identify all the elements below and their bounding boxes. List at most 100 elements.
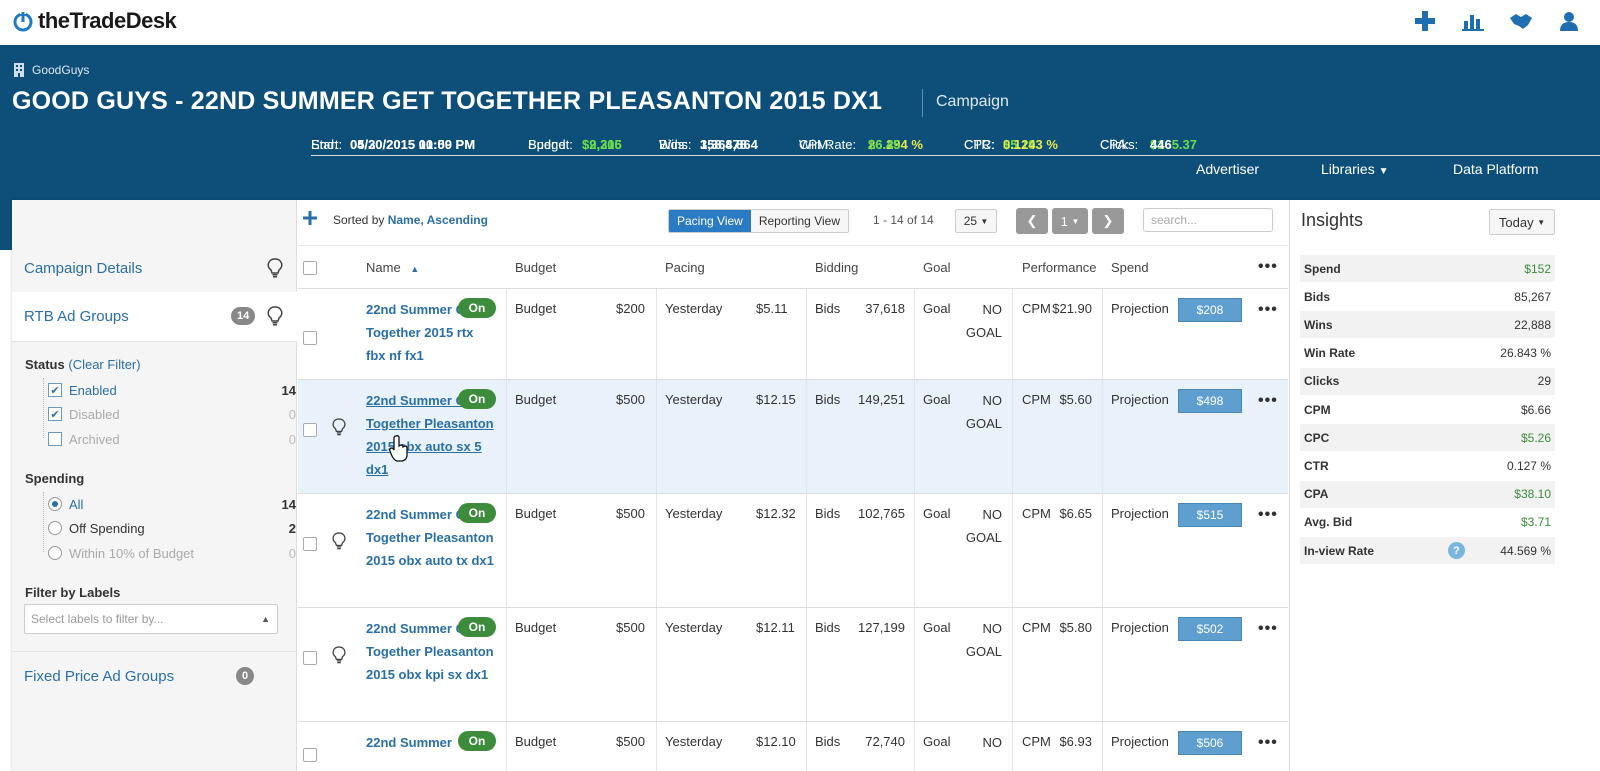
user-icon[interactable]	[1556, 8, 1582, 34]
budget-value: $500	[616, 620, 645, 635]
clear-filter-link[interactable]: (Clear Filter)	[68, 357, 140, 372]
spend-label: Spend:	[528, 136, 570, 152]
insight-row: CPC $5.26	[1300, 424, 1555, 453]
row-checkbox[interactable]	[303, 748, 317, 762]
pacing-view-button[interactable]: Pacing View	[669, 210, 751, 232]
col-performance[interactable]: Performance	[1022, 260, 1096, 275]
page-number: 1	[1060, 208, 1068, 234]
table-row[interactable]: 22nd Summer Get Together Pleasanton 2015…	[298, 380, 1288, 494]
status-archived[interactable]: Archived 0	[48, 427, 296, 451]
logo[interactable]: theTradeDesk	[12, 8, 177, 34]
page-select[interactable]: 1 ▼	[1052, 208, 1088, 234]
spending-all[interactable]: All 14	[48, 492, 296, 516]
lightbulb-icon[interactable]	[332, 645, 346, 665]
select-all-checkbox[interactable]	[303, 261, 317, 275]
table-row[interactable]: 22nd Summer Get Together Pleasanton 2015…	[298, 494, 1288, 608]
col-goal[interactable]: Goal	[923, 260, 950, 275]
projection-value[interactable]: $506	[1178, 731, 1242, 755]
col-divider	[506, 289, 507, 379]
row-checkbox[interactable]	[303, 537, 317, 551]
projection-value[interactable]: $498	[1178, 389, 1242, 413]
status-on-badge[interactable]: On	[458, 503, 496, 523]
checkbox-unchecked[interactable]	[48, 432, 62, 446]
sort-asc-icon: ▲	[410, 264, 420, 274]
more-options-icon[interactable]: •••	[1258, 506, 1278, 524]
spending-off[interactable]: Off Spending 2	[48, 516, 296, 540]
status-on-badge[interactable]: On	[458, 298, 496, 318]
help-icon[interactable]: ?	[1448, 542, 1465, 559]
goal-label: Goal	[923, 392, 951, 407]
sidebar-item-label: Campaign Details	[24, 260, 143, 277]
table-row[interactable]: 22nd Summer Get Together 2015 rtx fbx nf…	[298, 289, 1288, 380]
table-row[interactable]: 22nd Summer Get Together Pleasanton 2015…	[298, 608, 1288, 722]
checkbox-checked[interactable]: ✔	[48, 407, 62, 421]
col-spend[interactable]: Spend	[1111, 260, 1149, 275]
more-options-icon[interactable]: •••	[1258, 620, 1278, 638]
lightbulb-icon[interactable]	[267, 258, 283, 278]
col-divider	[1102, 289, 1103, 379]
prev-page-button[interactable]: ❮	[1016, 208, 1048, 234]
nav-data-platform[interactable]: Data Platform	[1453, 161, 1539, 177]
status-on-badge[interactable]: On	[458, 731, 496, 751]
lightbulb-icon[interactable]	[267, 306, 283, 326]
row-checkbox[interactable]	[303, 423, 317, 437]
plus-icon[interactable]	[1412, 8, 1438, 34]
sidebar-item-campaign-details[interactable]: Campaign Details	[12, 244, 297, 294]
pacing-value: $12.32	[756, 506, 796, 521]
chart-icon[interactable]	[1460, 8, 1486, 34]
sort-indicator: Sorted by Name, Ascending	[333, 213, 488, 227]
reporting-view-button[interactable]: Reporting View	[750, 210, 848, 232]
status-on-badge[interactable]: On	[458, 617, 496, 637]
col-pacing[interactable]: Pacing	[665, 260, 705, 275]
projection-value[interactable]: $208	[1178, 298, 1242, 322]
col-bidding[interactable]: Bidding	[815, 260, 858, 275]
spend-label: Projection	[1111, 620, 1169, 635]
col-divider	[1102, 722, 1103, 771]
handshake-icon[interactable]	[1508, 8, 1534, 34]
col-name[interactable]: Name ▲	[366, 260, 419, 275]
pacing-value: $12.15	[756, 392, 796, 407]
advertiser-breadcrumb[interactable]: GoodGuys	[13, 63, 89, 77]
row-checkbox[interactable]	[303, 331, 317, 345]
status-enabled[interactable]: ✔ Enabled 14	[48, 378, 296, 402]
sidebar-item-rtb-ad-groups[interactable]: RTB Ad Groups 14	[12, 292, 297, 342]
label-filter-select[interactable]: Select labels to filter by... ▲	[24, 604, 278, 634]
next-page-button[interactable]: ❯	[1092, 208, 1124, 234]
per-page-select[interactable]: 25 ▼	[955, 209, 997, 233]
bids-label: Bids	[815, 506, 841, 521]
sidebar-item-fixed-price[interactable]: Fixed Price Ad Groups 0	[12, 651, 297, 701]
nav-libraries[interactable]: Libraries ▼	[1321, 161, 1389, 177]
advertiser-name[interactable]: GoodGuys	[32, 63, 89, 77]
status-disabled[interactable]: ✔ Disabled 0	[48, 402, 296, 426]
lightbulb-icon[interactable]	[332, 417, 346, 437]
nav-advertiser[interactable]: Advertiser	[1196, 161, 1259, 177]
pagination: ❮ 1 ▼ ❯	[1016, 208, 1124, 234]
spending-off-label: Off Spending	[69, 520, 145, 536]
more-options-icon[interactable]: •••	[1258, 301, 1278, 319]
more-options-icon[interactable]: •••	[1258, 734, 1278, 752]
checkbox-checked[interactable]: ✔	[48, 383, 62, 397]
spending-within-budget[interactable]: Within 10% of Budget 0	[48, 541, 296, 565]
projection-value[interactable]: $515	[1178, 503, 1242, 527]
search-input[interactable]: search...	[1143, 208, 1273, 232]
radio-selected[interactable]	[48, 497, 62, 511]
col-divider	[806, 608, 807, 721]
budget-label: Budget	[515, 734, 557, 749]
row-checkbox[interactable]	[303, 651, 317, 665]
lightbulb-icon[interactable]	[332, 531, 346, 551]
sidebar-item-label: Fixed Price Ad Groups	[24, 668, 175, 685]
more-options-icon[interactable]: •••	[1258, 258, 1278, 276]
sort-value[interactable]: Name, Ascending	[388, 213, 488, 227]
status-on-badge[interactable]: On	[458, 389, 496, 409]
radio-unselected[interactable]	[48, 521, 62, 535]
period-select[interactable]: Today ▼	[1489, 209, 1555, 235]
col-budget[interactable]: Budget	[515, 260, 556, 275]
table-row[interactable]: 22nd Summer On Budget $500 Yesterday $12…	[298, 722, 1288, 771]
add-ad-group-icon[interactable]	[303, 211, 317, 225]
more-options-icon[interactable]: •••	[1258, 392, 1278, 410]
caret-down-icon: ▼	[1537, 217, 1546, 227]
radio-unselected[interactable]	[48, 546, 62, 560]
campaign-type-label: Campaign	[936, 93, 1009, 110]
projection-value[interactable]: $502	[1178, 617, 1242, 641]
hand-cursor-icon	[389, 435, 408, 462]
